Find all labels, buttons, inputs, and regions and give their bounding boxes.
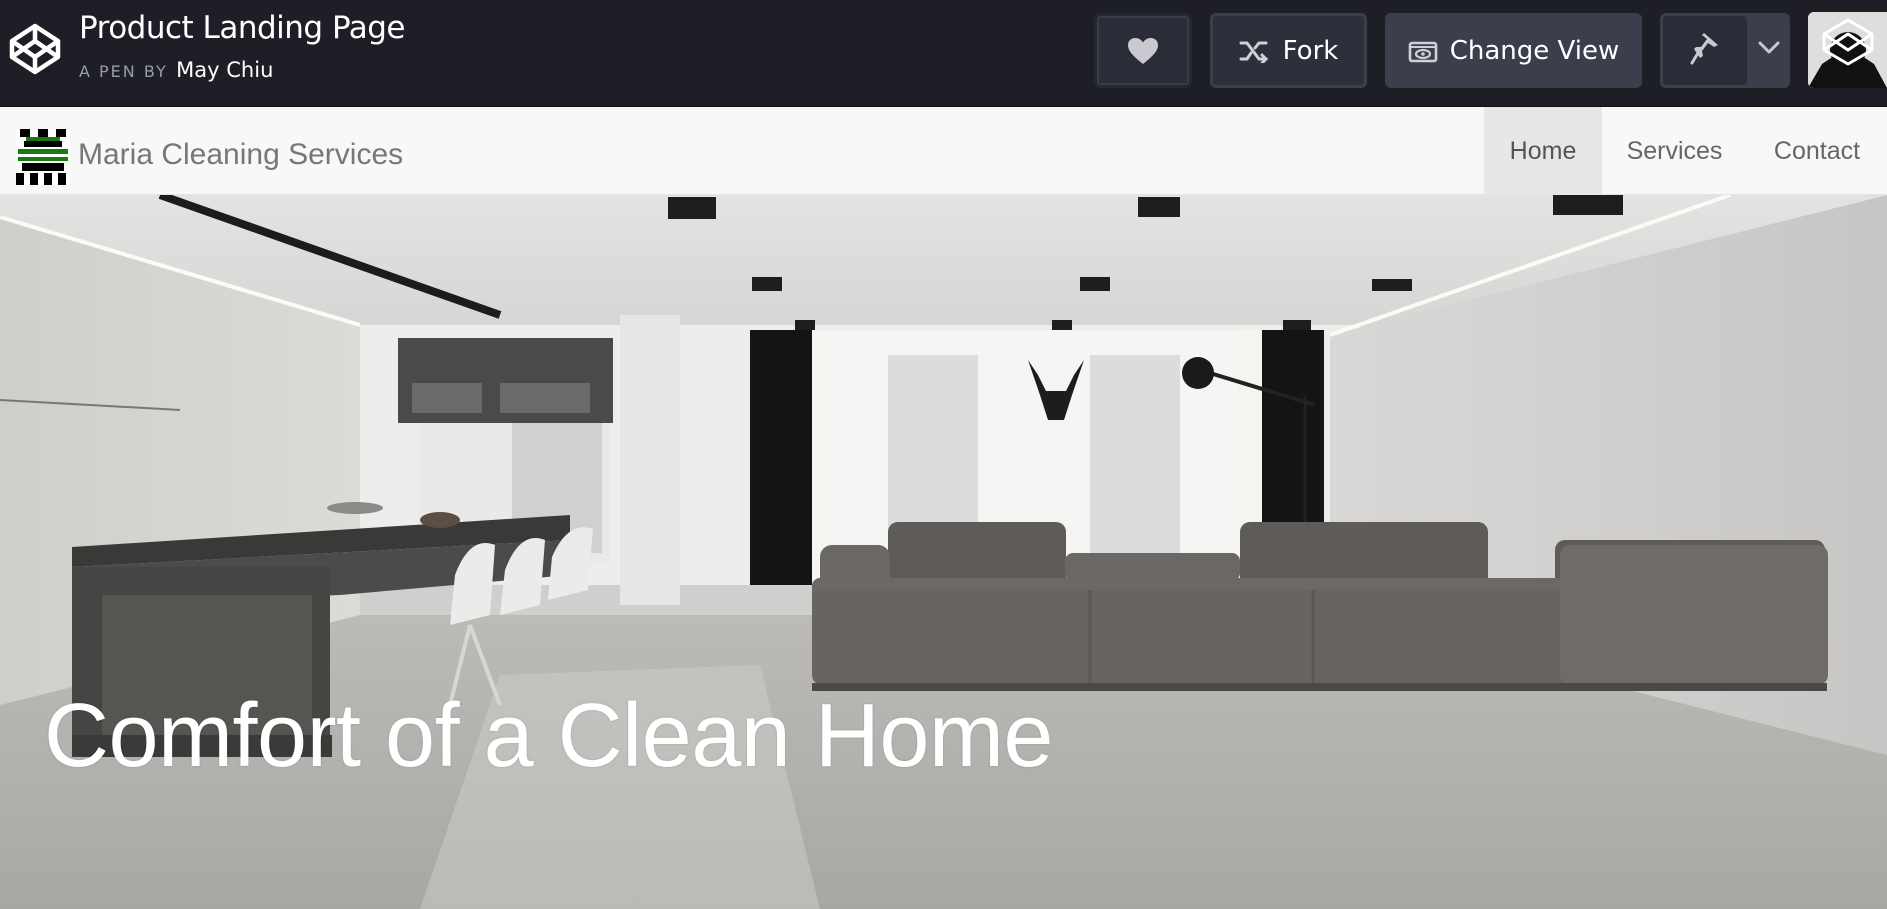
pin-button[interactable]: [1663, 16, 1747, 85]
like-button[interactable]: [1094, 13, 1192, 88]
hero-interior-image: [0, 195, 1887, 909]
site-brand-name[interactable]: Maria Cleaning Services: [78, 138, 403, 172]
pen-title[interactable]: Product Landing Page: [79, 10, 406, 46]
hero-section: Comfort of a Clean Home: [0, 195, 1887, 909]
nav-item-contact[interactable]: Contact: [1747, 107, 1887, 195]
more-menu-button[interactable]: [1748, 13, 1790, 88]
change-view-button[interactable]: Change View: [1385, 13, 1642, 88]
pen-byline: A PEN BY May Chiu: [79, 58, 273, 82]
pin-button-group: [1660, 13, 1790, 88]
site-navbar: Maria Cleaning Services Home Services Co…: [0, 107, 1887, 195]
fork-label: Fork: [1282, 35, 1339, 66]
heart-icon: [1127, 37, 1159, 65]
pin-icon: [1690, 31, 1720, 70]
chevron-down-icon: [1758, 41, 1780, 60]
user-avatar[interactable]: [1808, 12, 1887, 88]
nav-item-home[interactable]: Home: [1484, 107, 1602, 195]
nav-item-services[interactable]: Services: [1602, 107, 1747, 195]
fork-button[interactable]: Fork: [1210, 13, 1367, 88]
byline-label: A PEN BY: [79, 62, 168, 81]
broom-logo-icon[interactable]: [16, 129, 70, 185]
codepen-logo-icon[interactable]: [8, 22, 62, 76]
fork-icon: [1239, 39, 1269, 63]
codepen-header: Product Landing Page A PEN BY May Chiu F…: [0, 0, 1887, 107]
change-view-label: Change View: [1449, 35, 1620, 66]
hero-title: Comfort of a Clean Home: [44, 686, 1053, 786]
author-link[interactable]: May Chiu: [176, 58, 273, 82]
eye-icon: [1408, 39, 1438, 63]
